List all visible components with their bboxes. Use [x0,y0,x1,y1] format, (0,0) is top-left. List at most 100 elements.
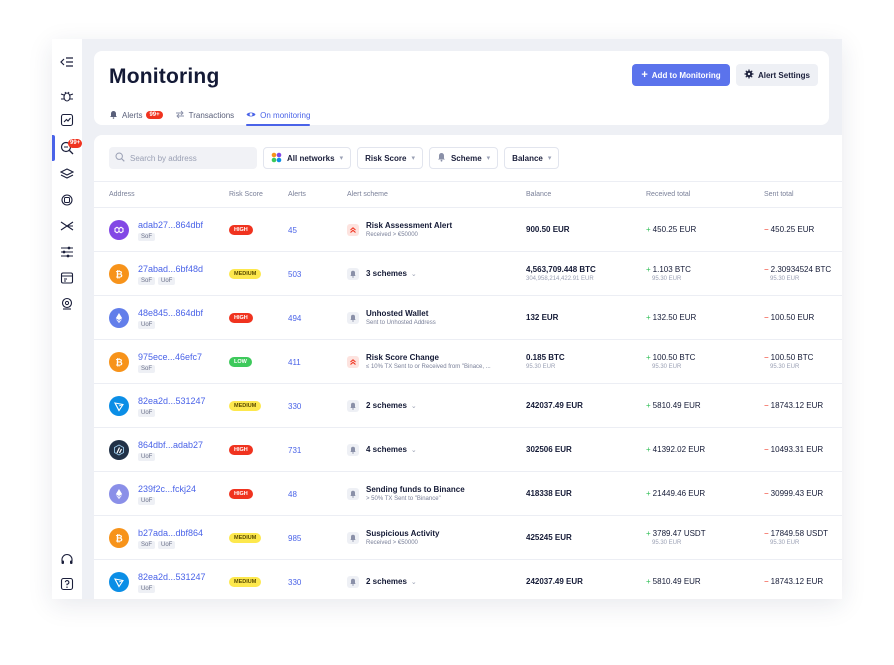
address-link[interactable]: 864dbf...adab27 [138,440,203,451]
chevron-down-icon[interactable]: ⌄ [411,402,417,410]
address-link[interactable]: 239f2c...fckj24 [138,484,196,495]
alerts-count-link[interactable]: 494 [288,314,301,323]
alert-settings-label: Alert Settings [757,70,810,80]
bell-icon [347,444,359,456]
table-row[interactable]: 48e845...864dbf UoF HIGH 494 Unhosted Wallet… [94,296,842,340]
table-row[interactable]: adab27...864dbf SoF HIGH 45 Risk Assessment … [94,208,842,252]
column-header-alert-scheme[interactable]: Alert scheme [347,191,388,198]
scheme-filter[interactable]: Scheme ▾ [428,147,499,169]
scheme-title: Unhosted Wallet [366,309,429,318]
balance-fiat: 95.30 EUR [526,364,556,370]
table-row[interactable]: 239f2c...fckj24 UoF HIGH 48 Sending funds to… [94,472,842,516]
table-row[interactable]: 82ea2d...531247 UoF MEDIUM 330 2 schemes ⌄ 242… [94,560,842,599]
received-value: +5810.49 EUR [646,577,701,587]
alerts-count-link[interactable]: 731 [288,446,301,455]
ledger-icon[interactable] [58,269,76,287]
svg-text:₿: ₿ [115,269,122,280]
address-link[interactable]: b27ada...dbf864 [138,528,203,539]
alerts-cell: 411 [288,340,301,384]
address-link[interactable]: 82ea2d...531247 [138,572,206,583]
alerts-count-link[interactable]: 503 [288,270,301,279]
risk-score-filter[interactable]: Risk Score ▾ [357,147,423,169]
sliders-icon[interactable] [58,243,76,261]
column-header-risk-score[interactable]: Risk Score [229,191,263,198]
filters-bar: All networks ▾ Risk Score ▾ Scheme ▾ Bal… [109,147,560,169]
address-link[interactable]: 975ece...46efc7 [138,352,202,363]
balance-filter[interactable]: Balance ▾ [504,147,560,169]
address-link[interactable]: 27abad...6bf48d [138,264,203,275]
tab-alerts[interactable]: Alerts 99+ [109,105,163,125]
alerts-count-link[interactable]: 985 [288,534,301,543]
chevron-down-icon[interactable]: ⌄ [411,270,417,278]
column-header-address[interactable]: Address [109,191,135,198]
sent-value: −30999.43 EUR [764,489,823,499]
scheme-count[interactable]: 2 schemes [366,577,407,587]
balance-value: 242037.49 EUR [526,401,583,410]
tron-icon [109,572,129,592]
address-cell: 864dbf...adab27 UoF [109,428,203,472]
alerts-count-link[interactable]: 330 [288,578,301,587]
bell-icon [347,268,359,280]
tag-badge: SoF [138,232,156,241]
risk-badge: MEDIUM [229,401,262,411]
balance-value: 0.185 BTC [526,353,565,362]
tag-badge: UoF [138,408,156,417]
tag-badge: SoF [138,540,156,549]
alerts-count-link[interactable]: 48 [288,490,297,499]
table-row[interactable]: 82ea2d...531247 UoF MEDIUM 330 2 schemes ⌄ 242… [94,384,842,428]
collapse-menu-icon[interactable] [58,53,76,71]
received-cell: +5810.49 EUR [646,560,701,599]
layers-icon[interactable] [58,165,76,183]
column-header-sent-total[interactable]: Sent total [764,191,794,198]
alert-settings-button[interactable]: Alert Settings [736,64,818,86]
alerts-count-link[interactable]: 330 [288,402,301,411]
column-header-received-total[interactable]: Received total [646,191,690,198]
sent-cell: −30999.43 EUR [764,472,823,516]
main-card: All networks ▾ Risk Score ▾ Scheme ▾ Bal… [94,135,842,599]
alerts-count-link[interactable]: 411 [288,358,301,367]
balance-cell: 425245 EUR [526,516,572,560]
column-header-balance[interactable]: Balance [526,191,551,198]
sent-cell: −100.50 EUR [764,296,814,340]
settings-icon[interactable] [58,295,76,313]
address-cell: 82ea2d...531247 UoF [109,384,206,428]
received-amount: 1.103 BTC [652,265,691,274]
add-to-monitoring-button[interactable]: + Add to Monitoring [632,64,730,86]
balance-value: 132 EUR [526,313,559,322]
address-link[interactable]: 82ea2d...531247 [138,396,206,407]
chevron-down-icon[interactable]: ⌄ [411,578,417,586]
chevron-down-icon[interactable]: ⌄ [411,446,417,454]
balance-value: 302506 EUR [526,445,572,454]
risk-badge: MEDIUM [229,269,262,279]
received-amount: 3789.47 USDT [652,529,706,538]
scheme-count[interactable]: 2 schemes [366,401,407,411]
bug-icon[interactable] [58,87,76,105]
scheme-count[interactable]: 3 schemes [366,269,407,279]
column-header-alerts[interactable]: Alerts [288,191,306,198]
address-link[interactable]: 48e845...864dbf [138,308,203,319]
address-cell: ₿ 975ece...46efc7 SoF [109,340,202,384]
chart-icon[interactable] [58,111,76,129]
search-input[interactable] [130,153,250,163]
graph-icon[interactable] [58,217,76,235]
address-link[interactable]: adab27...864dbf [138,220,203,231]
headset-icon[interactable] [58,551,76,569]
sent-cell: −2.30934524 BTC 95.30 EUR [764,252,831,296]
table-row[interactable]: ₿ 975ece...46efc7 SoF LOW 411 Risk Score Chan… [94,340,842,384]
alerts-count-link[interactable]: 45 [288,226,297,235]
tab-transactions[interactable]: Transactions [175,105,234,125]
help-icon[interactable] [58,575,76,593]
tab-on-monitoring[interactable]: On monitoring [246,105,311,126]
table-row[interactable]: 864dbf...adab27 UoF HIGH 731 4 schemes ⌄ 30250… [94,428,842,472]
tab-alerts-label: Alerts [122,110,143,120]
cpu-icon[interactable] [58,191,76,209]
received-amount: 41392.02 EUR [652,445,706,454]
networks-filter[interactable]: All networks ▾ [263,147,352,169]
scheme-count[interactable]: 4 schemes [366,445,407,455]
fiat-equivalent: 95.30 EUR [652,364,682,370]
table-row[interactable]: ₿ b27ada...dbf864 SoF UoF MEDIUM 985 Suspiciou… [94,516,842,560]
scheme-cell: Suspicious Activity Received > €50000 [347,516,440,560]
search-box[interactable] [109,147,257,169]
plus-sign: + [646,265,651,274]
table-row[interactable]: ₿ 27abad...6bf48d SoF UoF MEDIUM 503 3 schemes… [94,252,842,296]
